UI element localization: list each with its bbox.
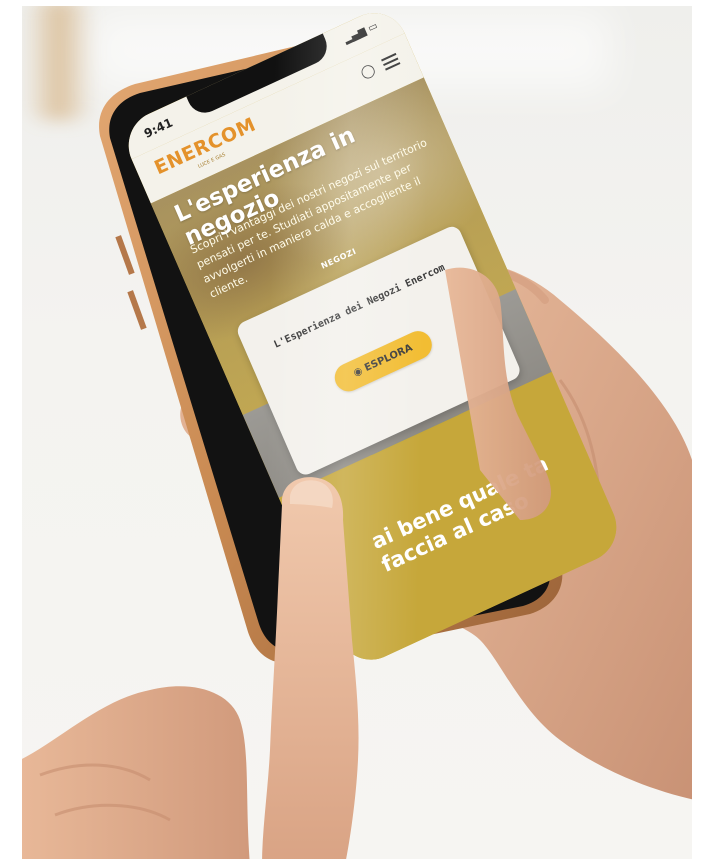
frame-right [692,0,710,865]
photo-scene: 9:41 ▂▄▆ ▭ ENERCOM LUCE E GAS ◯ L'esperi… [0,0,710,865]
foreground-hands [20,267,551,865]
frame-left [0,0,22,865]
frame-bottom [0,859,710,865]
frame-top [0,0,710,6]
